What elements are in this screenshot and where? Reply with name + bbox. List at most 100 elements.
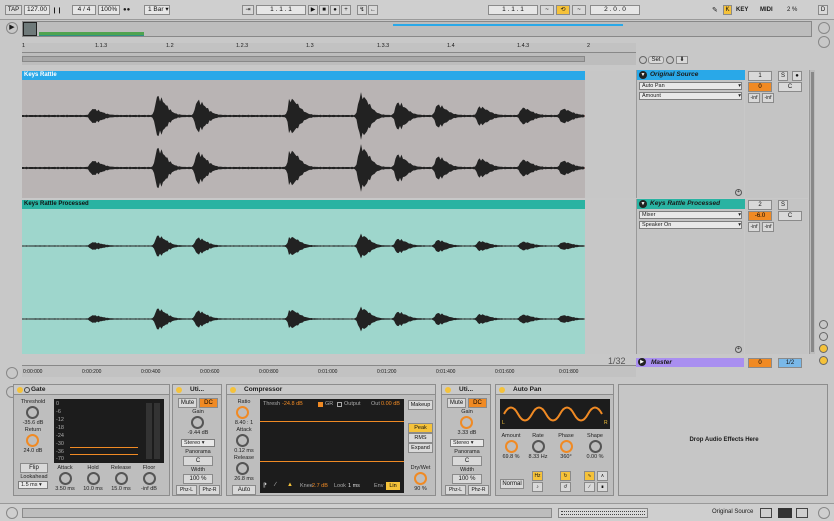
utility-2-title[interactable]: Uti... xyxy=(442,385,490,395)
expand-button[interactable]: Expand xyxy=(408,443,433,453)
track-activator-1[interactable]: 1 xyxy=(748,71,772,81)
gate-title[interactable]: Gate xyxy=(14,385,169,395)
track-title-bar-2[interactable]: ▼ Keys Rattle Processed xyxy=(637,199,745,209)
add-lane-icon[interactable]: + xyxy=(735,189,742,196)
position-field[interactable]: 1 . 1 . 1 xyxy=(256,5,306,15)
key-map-button[interactable]: KEY xyxy=(736,7,748,13)
normal-mode-select[interactable]: Normal xyxy=(500,479,524,489)
stop-icon[interactable]: ■ xyxy=(319,5,329,15)
peak-button[interactable]: Peak xyxy=(408,423,433,433)
floor-knob[interactable] xyxy=(143,472,156,485)
scroll-left-icon[interactable] xyxy=(6,367,18,379)
channel-mode-2[interactable]: Stereo ▾ xyxy=(450,439,484,447)
loop-bar[interactable] xyxy=(22,53,636,65)
parameter-chooser-2[interactable]: Speaker On ▾ xyxy=(639,221,742,229)
channel-mode-1[interactable]: Stereo ▾ xyxy=(181,439,215,447)
tap-tempo-button[interactable]: TAP xyxy=(5,5,22,15)
output-checkbox[interactable] xyxy=(337,402,342,407)
zoom-in-icon[interactable] xyxy=(819,332,828,341)
look-value[interactable]: 1 ms xyxy=(348,483,360,489)
mute-button-1[interactable]: Mute xyxy=(178,398,197,408)
loop-start-field[interactable]: 1 . 1 . 1 xyxy=(488,5,538,15)
punch-out-icon[interactable]: ~ xyxy=(572,5,586,15)
clip-view-icon[interactable] xyxy=(778,508,792,518)
device-power-icon[interactable] xyxy=(17,387,23,393)
device-view-icon[interactable] xyxy=(796,508,808,518)
track-activator-2[interactable]: 2 xyxy=(748,200,772,210)
draw-mode-icon[interactable]: ✎ xyxy=(712,6,718,14)
info-toggle-icon[interactable] xyxy=(6,507,18,519)
arm-button-1[interactable]: ● xyxy=(792,71,802,81)
sync-note-icon[interactable]: ♪ xyxy=(532,482,543,492)
collapse-icon[interactable] xyxy=(818,22,830,34)
detail-toggle-icon[interactable] xyxy=(818,507,830,519)
punch-in-icon[interactable]: ~ xyxy=(540,5,554,15)
overview-viewport[interactable] xyxy=(23,22,37,36)
beat-ruler[interactable]: 1 1.1.3 1.2 1.2.3 1.3 1.3.3 1.4 1.4.3 2 xyxy=(22,43,636,53)
volume-field-2[interactable]: -6.0 xyxy=(748,211,772,221)
clip-header-1[interactable]: Keys Rattle xyxy=(22,71,585,80)
comp-release-knob[interactable] xyxy=(236,462,249,475)
random-wave-icon[interactable]: ∎ xyxy=(597,482,608,492)
mode-peak-icon[interactable]: ⁋ xyxy=(263,482,267,489)
pan-field-1[interactable]: C xyxy=(778,82,802,92)
collapse-icon-2[interactable] xyxy=(818,36,830,48)
clip-waveform-2[interactable] xyxy=(22,209,585,354)
view-toggle-icon[interactable] xyxy=(819,344,828,353)
knee-value[interactable]: 2.7 dB xyxy=(312,483,328,489)
compressor-title[interactable]: Compressor xyxy=(227,385,435,395)
phase-knob[interactable] xyxy=(560,440,573,453)
threshold-line[interactable] xyxy=(70,447,138,448)
rms-button[interactable]: RMS xyxy=(408,433,433,443)
comp-attack-knob[interactable] xyxy=(236,434,249,447)
env-lin-button[interactable]: Lin xyxy=(386,482,400,490)
phase-mode-icon[interactable]: ↻ xyxy=(560,471,571,481)
fold-icon-2[interactable]: ▼ xyxy=(639,200,647,208)
return-knob[interactable] xyxy=(26,434,39,447)
computer-keyboard-icon[interactable]: K xyxy=(723,5,732,15)
rate-knob[interactable] xyxy=(532,440,545,453)
track-title-bar-1[interactable]: ▼ Original Source xyxy=(637,70,745,80)
gain-knob-1[interactable] xyxy=(191,416,204,429)
flip-button[interactable]: Flip xyxy=(20,463,48,473)
time-ruler[interactable]: 0:00:000 0:00:200 0:00:400 0:00:600 0:00… xyxy=(22,365,636,377)
utility-1-power-icon[interactable] xyxy=(176,387,182,393)
device-overview[interactable] xyxy=(558,508,648,518)
clip-waveform-1[interactable] xyxy=(22,80,585,198)
loop-icon[interactable]: ⟲ xyxy=(556,5,570,15)
midi-map-button[interactable]: MIDI xyxy=(760,7,773,13)
time-signature-field[interactable]: 4 / 4 xyxy=(72,5,96,15)
comp-threshold-line[interactable] xyxy=(260,421,404,422)
empty-track-area-2[interactable] xyxy=(585,200,636,354)
drop-zone[interactable]: Drop Audio Effects Here xyxy=(618,384,828,496)
scrollbar-thumb[interactable] xyxy=(811,72,814,352)
auto-release-button[interactable]: Auto xyxy=(232,485,256,495)
automation-arm-icon[interactable]: ↯ xyxy=(357,5,367,15)
width-field-1[interactable]: 100 % xyxy=(183,474,213,484)
lookahead-select[interactable]: 1.5 ms ▾ xyxy=(18,481,48,489)
mode-curve-icon[interactable]: ∕ xyxy=(275,482,276,488)
add-lane-icon-2[interactable]: + xyxy=(735,346,742,353)
return-line[interactable] xyxy=(70,454,138,455)
out-value[interactable]: 0.00 dB xyxy=(381,401,400,407)
sine-wave-icon[interactable]: ∿ xyxy=(584,471,595,481)
autopan-title[interactable]: Auto Pan xyxy=(496,385,613,395)
back-to-arrangement-icon[interactable]: ← xyxy=(368,5,378,15)
follow-icon[interactable]: ⇥ xyxy=(242,5,254,15)
solo-button-2[interactable]: S xyxy=(778,200,788,210)
phase-right-2[interactable]: Phz-R xyxy=(468,485,489,495)
view-toggle-icon-2[interactable] xyxy=(819,356,828,365)
autopan-power-icon[interactable] xyxy=(499,387,505,393)
phase-right-1[interactable]: Phz-R xyxy=(199,485,220,495)
zoom-field[interactable]: 100% xyxy=(98,5,120,15)
mode-sidechain-icon[interactable]: ▲ xyxy=(287,482,293,488)
utility-1-title[interactable]: Uti... xyxy=(173,385,221,395)
quantization-select[interactable]: 1 Bar ▾ xyxy=(144,5,170,15)
gain-knob-2[interactable] xyxy=(460,416,473,429)
gr-checkbox[interactable] xyxy=(318,402,323,407)
play-icon[interactable]: ▶ xyxy=(308,5,318,15)
record-icon[interactable]: ● xyxy=(330,5,340,15)
parameter-chooser-1[interactable]: Amount ▾ xyxy=(639,92,742,100)
ratio-knob[interactable] xyxy=(236,406,249,419)
nudge-icon[interactable]: ❙❙ xyxy=(52,7,62,14)
